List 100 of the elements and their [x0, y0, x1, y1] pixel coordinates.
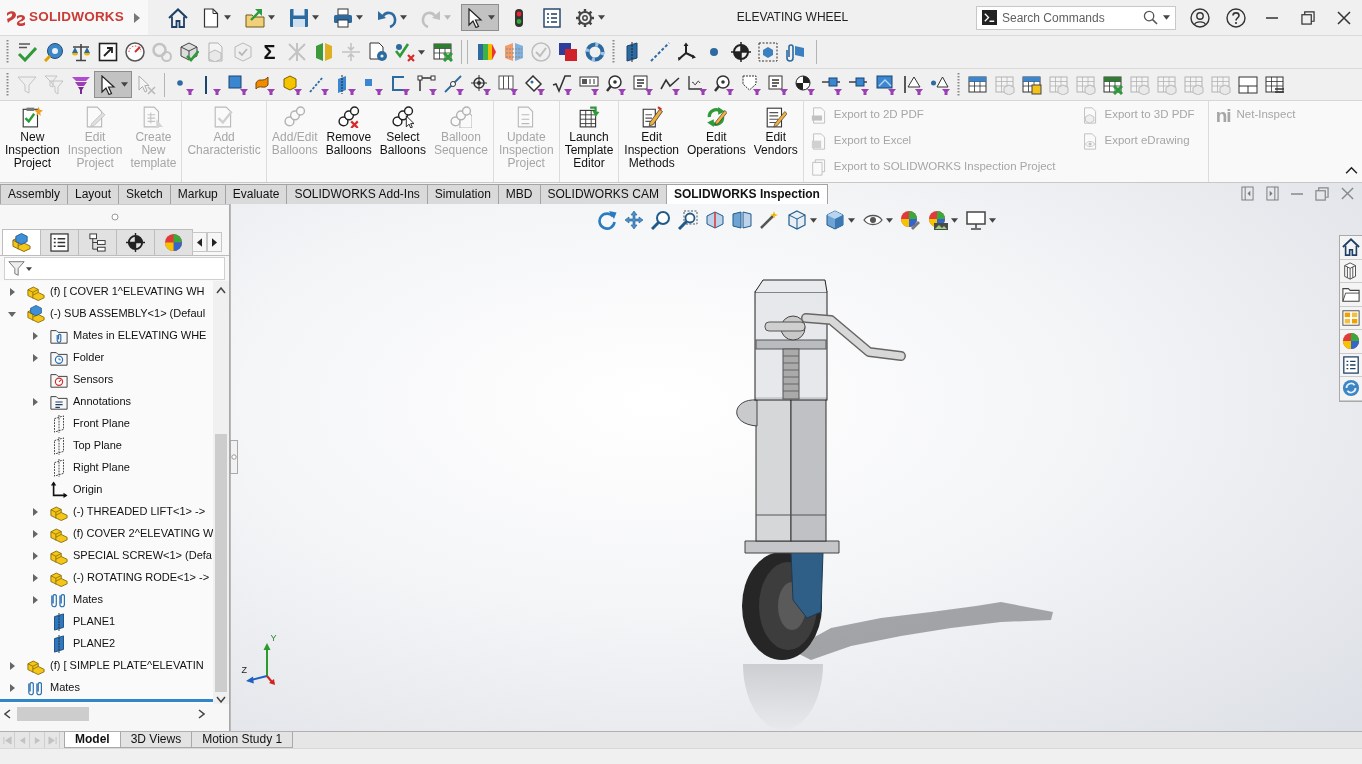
tree-item[interactable]: Right Plane — [73, 461, 130, 475]
axis-triad-icon — [245, 642, 277, 686]
expand-arrow-icon[interactable] — [9, 684, 15, 692]
panel-tab[interactable] — [40, 229, 79, 255]
grip-icon[interactable] — [6, 72, 9, 97]
ribbon-button[interactable]: Launch Template Editor — [560, 101, 618, 182]
table-hexagon-icon — [1156, 74, 1177, 95]
color-ball-icon — [1342, 332, 1360, 351]
collapse-chevron-icon[interactable] — [1345, 166, 1358, 175]
panel-tab[interactable] — [116, 229, 155, 255]
panel-tab[interactable] — [78, 229, 117, 255]
sigma-button[interactable]: Σ — [256, 38, 283, 66]
expand-arrow-icon[interactable] — [32, 508, 38, 516]
expand-arrow-icon[interactable] — [9, 288, 15, 296]
task-pane-tab[interactable] — [1340, 259, 1362, 283]
expand-arrow-icon[interactable] — [134, 12, 140, 23]
splitter-handle[interactable] — [230, 440, 239, 474]
expand-arrow-icon[interactable] — [32, 354, 38, 362]
expand-arrow-icon[interactable] — [32, 530, 38, 538]
command-tab[interactable]: MBD — [497, 184, 541, 204]
axis-label: Z — [241, 666, 247, 675]
expand-arrow-icon[interactable] — [32, 574, 38, 582]
tree-item[interactable]: (-) THREADED LIFT<1> -> — [73, 505, 206, 519]
scroll-right-icon[interactable] — [198, 709, 206, 719]
task-pane-tab[interactable] — [1340, 236, 1362, 260]
ribbon-button[interactable]: New Inspection Project — [1, 101, 64, 182]
vertical-scrollbar[interactable] — [213, 281, 230, 704]
tree-item[interactable]: (f) [ COVER 1^ELEVATING WH — [50, 285, 205, 299]
grip-icon[interactable] — [612, 40, 615, 64]
tree-item[interactable]: Top Plane — [73, 439, 122, 453]
tree-item[interactable]: (f) COVER 2^ELEVATING W — [73, 527, 214, 541]
scroll-left-icon[interactable] — [4, 709, 11, 719]
panel-collapse-icon[interactable] — [1241, 186, 1254, 201]
tree-item[interactable]: (f) [ SIMPLE PLATE^ELEVATIN — [50, 659, 204, 673]
cursor-button[interactable] — [94, 71, 132, 98]
close-icon[interactable] — [1337, 10, 1351, 25]
search-icon[interactable] — [1143, 10, 1158, 25]
caret-icon — [400, 15, 407, 20]
tree-item[interactable]: (-) ROTATING RODE<1> -> — [73, 571, 210, 585]
help-icon[interactable] — [1226, 7, 1246, 28]
scrollbar-thumb[interactable] — [17, 707, 89, 721]
ribbon-button[interactable]: Remove Balloons — [321, 101, 376, 182]
minimize-icon[interactable] — [1266, 16, 1278, 19]
task-pane-tab[interactable] — [1340, 353, 1362, 377]
expand-arrow-icon[interactable] — [9, 662, 15, 670]
color-ball-pencil-icon — [900, 210, 921, 230]
ribbon-button[interactable]: Edit Inspection Methods — [620, 101, 683, 182]
grip-icon[interactable] — [957, 72, 960, 97]
ribbon-button[interactable]: Edit Operations — [683, 101, 750, 182]
command-tab[interactable]: SOLIDWORKS CAM — [539, 184, 667, 204]
tree-diagram-icon — [88, 233, 107, 252]
scroll-right-button[interactable] — [207, 232, 222, 252]
scroll-left-button[interactable] — [192, 232, 207, 252]
search-box[interactable]: Search Commands — [976, 5, 1176, 30]
command-tab[interactable]: Simulation — [426, 184, 499, 204]
scroll-up-icon[interactable] — [216, 287, 227, 294]
command-tab[interactable]: Evaluate — [224, 184, 288, 204]
tree-item[interactable]: PLANE2 — [73, 637, 116, 651]
expand-arrow-icon[interactable] — [32, 332, 38, 340]
filter-field[interactable] — [4, 257, 226, 280]
tree-item[interactable]: Folder — [73, 351, 105, 365]
tree-item[interactable]: Mates — [50, 681, 80, 695]
ribbon-button[interactable]: Select Balloons — [375, 101, 430, 182]
command-tab[interactable]: SOLIDWORKS Inspection — [665, 184, 828, 204]
scrollbar-thumb[interactable] — [215, 434, 228, 692]
collapse-arrow-icon[interactable] — [8, 311, 16, 317]
model-tab[interactable]: 3D Views — [119, 732, 193, 748]
expand-arrow-icon[interactable] — [32, 398, 38, 406]
tree-item[interactable]: Mates in ELEVATING WHE — [73, 329, 207, 343]
tree-item[interactable]: PLANE1 — [73, 615, 116, 629]
tree-item[interactable]: Front Plane — [73, 417, 130, 431]
search-field[interactable]: Search Commands — [1002, 8, 1138, 27]
tree-item[interactable]: Sensors — [73, 373, 114, 387]
grip-icon[interactable] — [110, 213, 119, 221]
expand-arrow-icon[interactable] — [32, 552, 38, 560]
caret-icon — [950, 217, 958, 223]
magic-wand-icon — [759, 210, 780, 230]
command-tab[interactable]: Assembly — [0, 184, 68, 204]
restore-icon[interactable] — [1301, 10, 1315, 25]
ribbon-button[interactable]: Edit Vendors — [749, 101, 802, 182]
model-tab[interactable]: Model — [64, 732, 121, 748]
tree-item[interactable]: Origin — [73, 483, 103, 497]
user-icon[interactable] — [1190, 7, 1210, 28]
tree-item[interactable]: Mates — [73, 593, 103, 607]
caret-icon — [26, 266, 32, 271]
grip-icon[interactable] — [6, 40, 9, 64]
command-tab[interactable]: SOLIDWORKS Add-Ins — [286, 184, 428, 204]
expand-arrow-icon[interactable] — [32, 596, 38, 604]
command-tab[interactable]: Sketch — [118, 184, 171, 204]
tree-item[interactable]: Annotations — [73, 395, 132, 409]
command-tab[interactable]: Layout — [67, 184, 120, 204]
caret-icon[interactable] — [1163, 15, 1170, 20]
command-tab[interactable]: Markup — [169, 184, 226, 204]
model-tab[interactable]: Motion Study 1 — [191, 732, 294, 748]
scroll-down-icon[interactable] — [216, 696, 227, 703]
tree-item[interactable]: (-) SUB ASSEMBLY<1> (Defaul — [50, 307, 206, 321]
task-pane-tab[interactable] — [1340, 330, 1362, 354]
panel-expand-icon[interactable] — [1266, 186, 1279, 201]
cursor-button[interactable] — [461, 4, 499, 31]
tree-item[interactable]: SPECIAL SCREW<1> (Defa — [73, 549, 212, 563]
